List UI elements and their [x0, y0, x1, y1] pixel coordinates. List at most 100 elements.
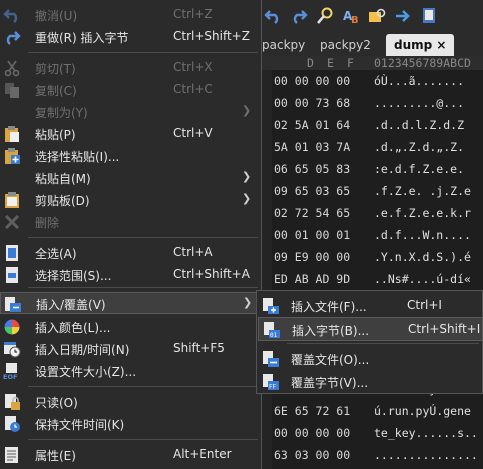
menu-item-shortcut: Ctrl+Shift+Z	[173, 29, 250, 43]
menu-item-label: 保持文件时间(K)	[35, 418, 125, 432]
hex-bytes: 00 00 00 00	[274, 74, 351, 88]
hex-row[interactable]: 5A 01 03 7A .d.„.Z.d.„.Z.	[252, 136, 483, 158]
hex-row[interactable]: ED AB AD 9D ..Ns#....ú-dí«	[252, 268, 483, 290]
ascii-text: :e.d.f.Z.e.e.	[374, 162, 465, 176]
menu-item-shortcut: Ctrl+Z	[173, 7, 213, 21]
menu-item[interactable]: 插入/覆盖(V) ❯	[0, 292, 262, 314]
menu-separator	[28, 439, 258, 440]
menu-item[interactable]: 剪贴板(D) ❯	[0, 189, 262, 211]
menu-item[interactable]: 粘贴自(M) ❯	[0, 167, 262, 189]
hex-row[interactable]: 02 5A 01 64 .d..d.l.Z.d.Z	[252, 114, 483, 136]
submenu-item-label: 覆盖文件(O)...	[291, 353, 370, 367]
cut-icon	[3, 59, 21, 77]
ascii-text: .d.„.Z.d.„.Z.	[374, 140, 465, 154]
find-in-files-icon[interactable]	[366, 5, 388, 27]
tab-packpy2[interactable]: packpy2	[312, 34, 379, 56]
goto-icon[interactable]	[392, 5, 414, 27]
menu-item-label: 插入/覆盖(V)	[36, 298, 106, 312]
clipboard-icon	[3, 191, 21, 209]
menu-item-shortcut: Ctrl+V	[173, 126, 213, 140]
find-icon[interactable]	[314, 5, 336, 27]
insert-overwrite-icon	[4, 295, 22, 313]
tab-packpy[interactable]: packpy	[254, 34, 313, 56]
submenu-item[interactable]: 覆盖文件(O)...	[258, 347, 483, 371]
tab-dump[interactable]: dump ×	[386, 34, 455, 56]
ascii-text: ú.run.pyÚ.gene	[374, 404, 471, 418]
menu-item-label: 插入日期/时间(N)	[35, 343, 130, 357]
menu-item-shortcut: Shift+F5	[173, 341, 225, 355]
menu-item-label: 重做(R) 插入字节	[35, 31, 129, 45]
hex-row[interactable]: 00 00 00 00 te_key......s..	[252, 422, 483, 444]
file-size-icon: EOF	[3, 362, 21, 380]
hex-row[interactable]: 6E 65 72 61 ú.run.pyÚ.gene	[252, 400, 483, 422]
hex-row[interactable]: 63 03 00 00...............	[252, 444, 483, 466]
menu-item[interactable]: 全选(A) Ctrl+A	[0, 242, 262, 264]
ascii-text: ..Ns#....ú-dí«	[374, 272, 471, 286]
menu-item[interactable]: 插入日期/时间(N) Shift+F5	[0, 338, 262, 360]
menu-item-shortcut: Ctrl+A	[173, 245, 213, 259]
menu-item-label: 全选(A)	[35, 247, 77, 261]
hex-bytes: 5A 01 03 7A	[274, 140, 351, 154]
ascii-col-label: 0123456789ABCD	[374, 56, 471, 70]
insert-bytes-icon: 01	[263, 321, 281, 339]
menu-item[interactable]: 粘贴(P) Ctrl+V	[0, 123, 262, 145]
properties-icon	[3, 446, 21, 464]
submenu-item[interactable]: FF 覆盖字节(V)...	[258, 370, 483, 394]
undo-icon[interactable]	[262, 5, 284, 27]
submenu-item-shortcut: Ctrl+I	[407, 298, 442, 312]
hex-bytes: 06 65 05 83	[274, 162, 351, 176]
menu-item[interactable]: 剪切(T) Ctrl+X	[0, 57, 262, 79]
readonly-icon	[3, 393, 21, 411]
redo-icon	[3, 28, 21, 46]
ascii-text: .e.f.Z.e.e.k.r	[374, 206, 471, 220]
svg-text:FF: FF	[269, 384, 277, 391]
menu-item-label: 设置文件大小(Z)...	[35, 365, 137, 379]
hex-col-label: F	[347, 56, 354, 70]
hex-bytes: 09 E9 00 00	[274, 250, 351, 264]
menu-item[interactable]: 只读(O)	[0, 391, 262, 413]
hex-view[interactable]: D E F 0123456789ABCD 00 00 00 00 óÙ...ã..…	[252, 56, 483, 469]
menu-item[interactable]: 选择性粘贴(I)...	[0, 145, 262, 167]
menu-item[interactable]: 删除	[0, 211, 262, 233]
replace-icon[interactable]: AB	[340, 5, 362, 27]
menu-item-label: 属性(E)	[35, 449, 76, 463]
bookmark-icon[interactable]	[418, 5, 440, 27]
hex-row[interactable]: 09 E9 00 00 .Y.n.X.d.S.).é	[252, 246, 483, 268]
menu-item[interactable]: 重做(R) 插入字节 Ctrl+Shift+Z	[0, 26, 262, 48]
ascii-text: .........@...	[374, 96, 465, 110]
menu-separator	[28, 386, 258, 387]
submenu-item[interactable]: 插入文件(F)... Ctrl+I	[258, 294, 483, 318]
submenu-item-label: 插入字节(B)...	[292, 324, 370, 338]
menu-item[interactable]: 复制(C) Ctrl+C	[0, 79, 262, 101]
toolbar: AB	[252, 0, 483, 32]
menu-item[interactable]: 插入颜色(L)...	[0, 316, 262, 338]
submenu-item[interactable]: 01 插入字节(B)... Ctrl+Shift+I	[258, 317, 483, 341]
menu-item[interactable]: 撤消(U) Ctrl+Z	[0, 4, 262, 26]
menu-item[interactable]: EOF 设置文件大小(Z)...	[0, 360, 262, 382]
hex-row[interactable]: 09 65 03 65 .f.Z.e. .j.Z.e	[252, 180, 483, 202]
calendar-clock-icon	[3, 340, 21, 358]
chevron-right-icon: ❯	[242, 192, 252, 205]
insert-file-icon	[262, 297, 280, 315]
redo-icon[interactable]	[288, 5, 310, 27]
ascii-text: .f.Z.e. .j.Z.e	[374, 184, 471, 198]
menu-item[interactable]: 属性(E) Alt+Enter	[0, 444, 262, 466]
close-icon[interactable]: ×	[436, 38, 446, 52]
tab-label: packpy2	[320, 38, 371, 52]
hex-bytes: 00 00 00 00	[274, 426, 351, 440]
menu-item[interactable]: 复制为(Y) ❯	[0, 101, 262, 123]
menu-item-label: 撤消(U)	[35, 9, 78, 23]
chevron-right-icon: ❯	[242, 104, 252, 117]
menu-separator	[28, 52, 258, 53]
hex-row[interactable]: 06 65 05 83 :e.d.f.Z.e.e.	[252, 158, 483, 180]
ascii-text: ...............	[374, 448, 478, 462]
hex-row[interactable]: 02 72 54 65 .e.f.Z.e.e.k.r	[252, 202, 483, 224]
hex-row[interactable]: 00 00 73 68 .........@...	[252, 92, 483, 114]
menu-item[interactable]: 选择范围(S)... Ctrl+Shift+A	[0, 264, 262, 286]
select-all-icon	[3, 244, 21, 262]
submenu-item-label: 插入文件(F)...	[291, 300, 367, 314]
hex-row[interactable]: 00 00 00 00 óÙ...ã.......	[252, 70, 483, 92]
menu-item[interactable]: 保持文件时间(K)	[0, 413, 262, 435]
hex-row[interactable]: 00 01 00 01 .d.f...W.n....	[252, 224, 483, 246]
menu-item-label: 选择性粘贴(I)...	[35, 150, 120, 164]
